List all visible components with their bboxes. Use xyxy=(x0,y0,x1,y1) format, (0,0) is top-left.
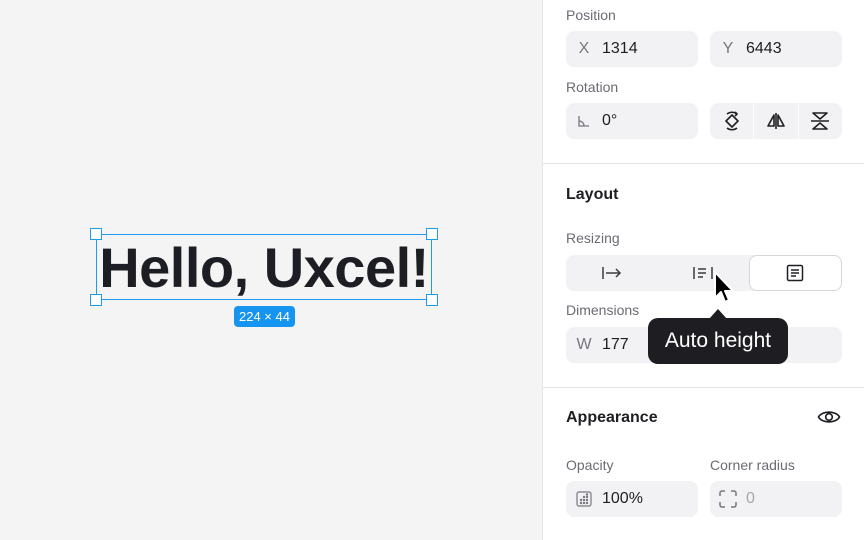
opacity-field[interactable]: 100% xyxy=(566,481,698,517)
text-layer[interactable]: Hello, Uxcel! xyxy=(96,234,432,300)
rotate-button[interactable] xyxy=(710,103,753,139)
section-divider xyxy=(543,163,864,164)
rotation-value: 0° xyxy=(602,112,618,129)
dimensions-label: Dimensions xyxy=(566,302,640,318)
auto-width-button[interactable] xyxy=(566,255,657,291)
corner-radius-label: Corner radius xyxy=(710,457,795,473)
x-value: 1314 xyxy=(602,40,638,57)
resize-handle-top-right[interactable] xyxy=(426,228,438,240)
flip-vertical-icon xyxy=(811,112,830,130)
transform-buttons xyxy=(710,103,842,139)
eye-icon xyxy=(817,411,841,423)
text-layer-content: Hello, Uxcel! xyxy=(99,235,429,299)
x-prefix: X xyxy=(578,40,590,57)
mouse-cursor-icon xyxy=(713,270,737,311)
rotation-field[interactable]: 0° xyxy=(566,103,698,139)
rotate-icon xyxy=(724,111,739,131)
auto-width-icon xyxy=(601,267,621,279)
resize-handle-top-left[interactable] xyxy=(90,228,102,240)
corner-radius-icon xyxy=(710,490,746,508)
properties-panel: Position X 1314 Y 6443 Rotation 0° Layou… xyxy=(542,0,864,540)
angle-icon xyxy=(566,114,602,128)
opacity-icon xyxy=(566,491,602,507)
resizing-label: Resizing xyxy=(566,230,620,246)
section-divider xyxy=(543,387,864,388)
corner-radius-field[interactable]: 0 xyxy=(710,481,842,517)
size-badge: 224 × 44 xyxy=(234,306,295,327)
layout-heading: Layout xyxy=(566,186,619,203)
corner-radius-value: 0 xyxy=(746,490,755,507)
opacity-value: 100% xyxy=(602,490,643,507)
rotation-label: Rotation xyxy=(566,79,619,95)
position-label: Position xyxy=(566,7,616,23)
appearance-heading: Appearance xyxy=(566,409,658,426)
resize-handle-bottom-right[interactable] xyxy=(426,294,438,306)
flip-horizontal-button[interactable] xyxy=(754,103,797,139)
position-x-field[interactable]: X 1314 xyxy=(566,31,698,67)
auto-height-icon xyxy=(693,267,713,279)
canvas[interactable]: Hello, Uxcel! 224 × 44 xyxy=(0,0,542,540)
resizing-options xyxy=(566,255,842,291)
fixed-size-icon xyxy=(787,264,804,282)
position-y-field[interactable]: Y 6443 xyxy=(710,31,842,67)
opacity-label: Opacity xyxy=(566,457,614,473)
w-value: 177 xyxy=(602,336,629,353)
w-prefix: W xyxy=(576,336,592,353)
resize-handle-bottom-left[interactable] xyxy=(90,294,102,306)
flip-vertical-button[interactable] xyxy=(799,103,842,139)
flip-horizontal-icon xyxy=(767,113,785,129)
auto-height-tooltip: Auto height xyxy=(648,318,788,364)
y-prefix: Y xyxy=(722,40,734,57)
visibility-toggle[interactable] xyxy=(817,407,841,432)
y-value: 6443 xyxy=(746,40,782,57)
tooltip-text: Auto height xyxy=(664,329,772,352)
fixed-size-button[interactable] xyxy=(748,255,842,291)
